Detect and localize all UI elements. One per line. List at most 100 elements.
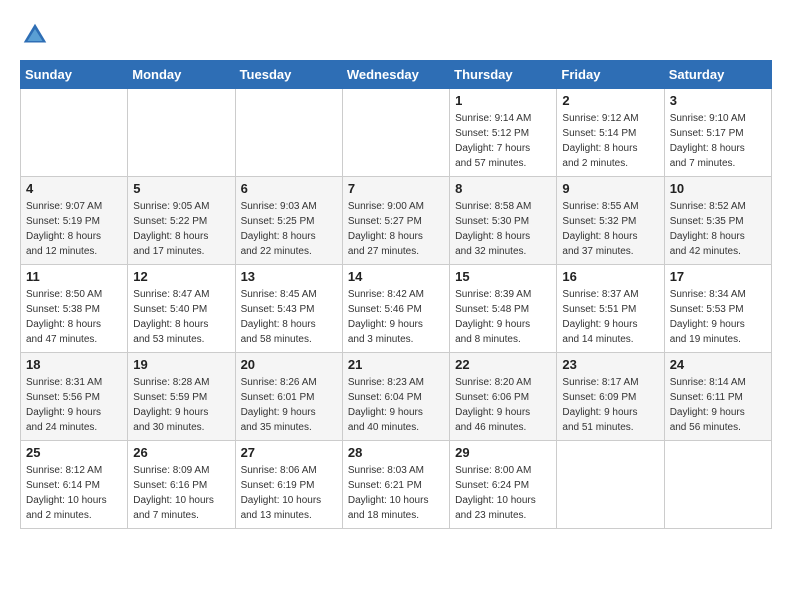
day-number: 17	[670, 269, 766, 284]
day-info: Sunrise: 8:06 AM Sunset: 6:19 PM Dayligh…	[241, 463, 337, 523]
day-number: 27	[241, 445, 337, 460]
calendar-cell-w3-d5: 16 Sunrise: 8:37 AM Sunset: 5:51 PM Dayli…	[557, 265, 664, 353]
day-info: Sunrise: 8:09 AM Sunset: 6:16 PM Dayligh…	[133, 463, 229, 523]
calendar-cell-w1-d4: 1 Sunrise: 9:14 AM Sunset: 5:12 PM Daylig…	[450, 89, 557, 177]
calendar-cell-w1-d2	[235, 89, 342, 177]
day-number: 12	[133, 269, 229, 284]
day-info: Sunrise: 8:00 AM Sunset: 6:24 PM Dayligh…	[455, 463, 551, 523]
week-row-4: 18 Sunrise: 8:31 AM Sunset: 5:56 PM Dayli…	[21, 353, 772, 441]
day-info: Sunrise: 8:34 AM Sunset: 5:53 PM Dayligh…	[670, 287, 766, 347]
day-info: Sunrise: 9:14 AM Sunset: 5:12 PM Dayligh…	[455, 111, 551, 171]
week-row-1: 1 Sunrise: 9:14 AM Sunset: 5:12 PM Daylig…	[21, 89, 772, 177]
day-number: 15	[455, 269, 551, 284]
calendar-cell-w4-d2: 20 Sunrise: 8:26 AM Sunset: 6:01 PM Dayli…	[235, 353, 342, 441]
day-number: 22	[455, 357, 551, 372]
day-info: Sunrise: 8:39 AM Sunset: 5:48 PM Dayligh…	[455, 287, 551, 347]
calendar-cell-w1-d3	[342, 89, 449, 177]
day-number: 7	[348, 181, 444, 196]
calendar-cell-w1-d6: 3Sunrise: 9:10 AM Sunset: 5:17 PM Daylig…	[664, 89, 771, 177]
day-info: Sunrise: 8:55 AM Sunset: 5:32 PM Dayligh…	[562, 199, 658, 259]
calendar-table: SundayMondayTuesdayWednesdayThursdayFrid…	[20, 60, 772, 529]
calendar-cell-w3-d3: 14 Sunrise: 8:42 AM Sunset: 5:46 PM Dayli…	[342, 265, 449, 353]
day-info: Sunrise: 8:12 AM Sunset: 6:14 PM Dayligh…	[26, 463, 122, 523]
day-number: 9	[562, 181, 658, 196]
logo	[20, 20, 54, 50]
day-number: 1	[455, 93, 551, 108]
week-row-5: 25 Sunrise: 8:12 AM Sunset: 6:14 PM Dayli…	[21, 441, 772, 529]
calendar-cell-w2-d2: 6 Sunrise: 9:03 AM Sunset: 5:25 PM Daylig…	[235, 177, 342, 265]
calendar-cell-w5-d1: 26Sunrise: 8:09 AM Sunset: 6:16 PM Dayli…	[128, 441, 235, 529]
calendar-cell-w5-d2: 27 Sunrise: 8:06 AM Sunset: 6:19 PM Dayli…	[235, 441, 342, 529]
calendar-cell-w2-d6: 10Sunrise: 8:52 AM Sunset: 5:35 PM Dayli…	[664, 177, 771, 265]
header-wednesday: Wednesday	[342, 61, 449, 89]
day-info: Sunrise: 9:05 AM Sunset: 5:22 PM Dayligh…	[133, 199, 229, 259]
header-friday: Friday	[557, 61, 664, 89]
day-number: 21	[348, 357, 444, 372]
day-number: 19	[133, 357, 229, 372]
day-number: 29	[455, 445, 551, 460]
calendar-cell-w4-d5: 23 Sunrise: 8:17 AM Sunset: 6:09 PM Dayli…	[557, 353, 664, 441]
day-number: 18	[26, 357, 122, 372]
calendar-cell-w5-d4: 29 Sunrise: 8:00 AM Sunset: 6:24 PM Dayli…	[450, 441, 557, 529]
day-number: 20	[241, 357, 337, 372]
header-monday: Monday	[128, 61, 235, 89]
calendar-cell-w5-d6	[664, 441, 771, 529]
header-sunday: Sunday	[21, 61, 128, 89]
calendar-header-row: SundayMondayTuesdayWednesdayThursdayFrid…	[21, 61, 772, 89]
day-info: Sunrise: 8:58 AM Sunset: 5:30 PM Dayligh…	[455, 199, 551, 259]
header-thursday: Thursday	[450, 61, 557, 89]
day-number: 6	[241, 181, 337, 196]
week-row-3: 11 Sunrise: 8:50 AM Sunset: 5:38 PM Dayli…	[21, 265, 772, 353]
calendar-cell-w2-d5: 9 Sunrise: 8:55 AM Sunset: 5:32 PM Daylig…	[557, 177, 664, 265]
day-info: Sunrise: 8:47 AM Sunset: 5:40 PM Dayligh…	[133, 287, 229, 347]
day-number: 25	[26, 445, 122, 460]
day-info: Sunrise: 9:03 AM Sunset: 5:25 PM Dayligh…	[241, 199, 337, 259]
day-info: Sunrise: 8:37 AM Sunset: 5:51 PM Dayligh…	[562, 287, 658, 347]
calendar-cell-w2-d1: 5Sunrise: 9:05 AM Sunset: 5:22 PM Daylig…	[128, 177, 235, 265]
calendar-cell-w2-d3: 7 Sunrise: 9:00 AM Sunset: 5:27 PM Daylig…	[342, 177, 449, 265]
calendar-cell-w4-d1: 19 Sunrise: 8:28 AM Sunset: 5:59 PM Dayli…	[128, 353, 235, 441]
header-tuesday: Tuesday	[235, 61, 342, 89]
calendar-cell-w5-d5	[557, 441, 664, 529]
day-number: 2	[562, 93, 658, 108]
calendar-cell-w3-d4: 15 Sunrise: 8:39 AM Sunset: 5:48 PM Dayli…	[450, 265, 557, 353]
day-number: 16	[562, 269, 658, 284]
calendar-cell-w4-d0: 18 Sunrise: 8:31 AM Sunset: 5:56 PM Dayli…	[21, 353, 128, 441]
calendar-cell-w1-d0	[21, 89, 128, 177]
day-info: Sunrise: 8:42 AM Sunset: 5:46 PM Dayligh…	[348, 287, 444, 347]
day-number: 14	[348, 269, 444, 284]
day-info: Sunrise: 8:28 AM Sunset: 5:59 PM Dayligh…	[133, 375, 229, 435]
day-info: Sunrise: 8:23 AM Sunset: 6:04 PM Dayligh…	[348, 375, 444, 435]
day-info: Sunrise: 8:31 AM Sunset: 5:56 PM Dayligh…	[26, 375, 122, 435]
day-info: Sunrise: 8:26 AM Sunset: 6:01 PM Dayligh…	[241, 375, 337, 435]
day-info: Sunrise: 9:00 AM Sunset: 5:27 PM Dayligh…	[348, 199, 444, 259]
day-info: Sunrise: 8:17 AM Sunset: 6:09 PM Dayligh…	[562, 375, 658, 435]
calendar-cell-w5-d0: 25 Sunrise: 8:12 AM Sunset: 6:14 PM Dayli…	[21, 441, 128, 529]
day-number: 24	[670, 357, 766, 372]
calendar-cell-w3-d1: 12 Sunrise: 8:47 AM Sunset: 5:40 PM Dayli…	[128, 265, 235, 353]
day-info: Sunrise: 8:20 AM Sunset: 6:06 PM Dayligh…	[455, 375, 551, 435]
calendar-cell-w1-d1	[128, 89, 235, 177]
day-number: 4	[26, 181, 122, 196]
calendar-cell-w4-d4: 22 Sunrise: 8:20 AM Sunset: 6:06 PM Dayli…	[450, 353, 557, 441]
calendar-cell-w3-d0: 11 Sunrise: 8:50 AM Sunset: 5:38 PM Dayli…	[21, 265, 128, 353]
day-info: Sunrise: 8:03 AM Sunset: 6:21 PM Dayligh…	[348, 463, 444, 523]
day-info: Sunrise: 8:45 AM Sunset: 5:43 PM Dayligh…	[241, 287, 337, 347]
week-row-2: 4 Sunrise: 9:07 AM Sunset: 5:19 PM Daylig…	[21, 177, 772, 265]
day-info: Sunrise: 8:50 AM Sunset: 5:38 PM Dayligh…	[26, 287, 122, 347]
calendar-cell-w3-d2: 13 Sunrise: 8:45 AM Sunset: 5:43 PM Dayli…	[235, 265, 342, 353]
day-number: 28	[348, 445, 444, 460]
day-number: 11	[26, 269, 122, 284]
calendar-cell-w2-d4: 8Sunrise: 8:58 AM Sunset: 5:30 PM Daylig…	[450, 177, 557, 265]
day-info: Sunrise: 9:07 AM Sunset: 5:19 PM Dayligh…	[26, 199, 122, 259]
day-info: Sunrise: 8:14 AM Sunset: 6:11 PM Dayligh…	[670, 375, 766, 435]
calendar-cell-w5-d3: 28 Sunrise: 8:03 AM Sunset: 6:21 PM Dayli…	[342, 441, 449, 529]
day-info: Sunrise: 9:12 AM Sunset: 5:14 PM Dayligh…	[562, 111, 658, 171]
day-info: Sunrise: 9:10 AM Sunset: 5:17 PM Dayligh…	[670, 111, 766, 171]
day-number: 13	[241, 269, 337, 284]
calendar-cell-w4-d3: 21 Sunrise: 8:23 AM Sunset: 6:04 PM Dayli…	[342, 353, 449, 441]
day-number: 23	[562, 357, 658, 372]
calendar-cell-w2-d0: 4 Sunrise: 9:07 AM Sunset: 5:19 PM Daylig…	[21, 177, 128, 265]
calendar-cell-w3-d6: 17 Sunrise: 8:34 AM Sunset: 5:53 PM Dayli…	[664, 265, 771, 353]
page-header	[20, 20, 772, 50]
